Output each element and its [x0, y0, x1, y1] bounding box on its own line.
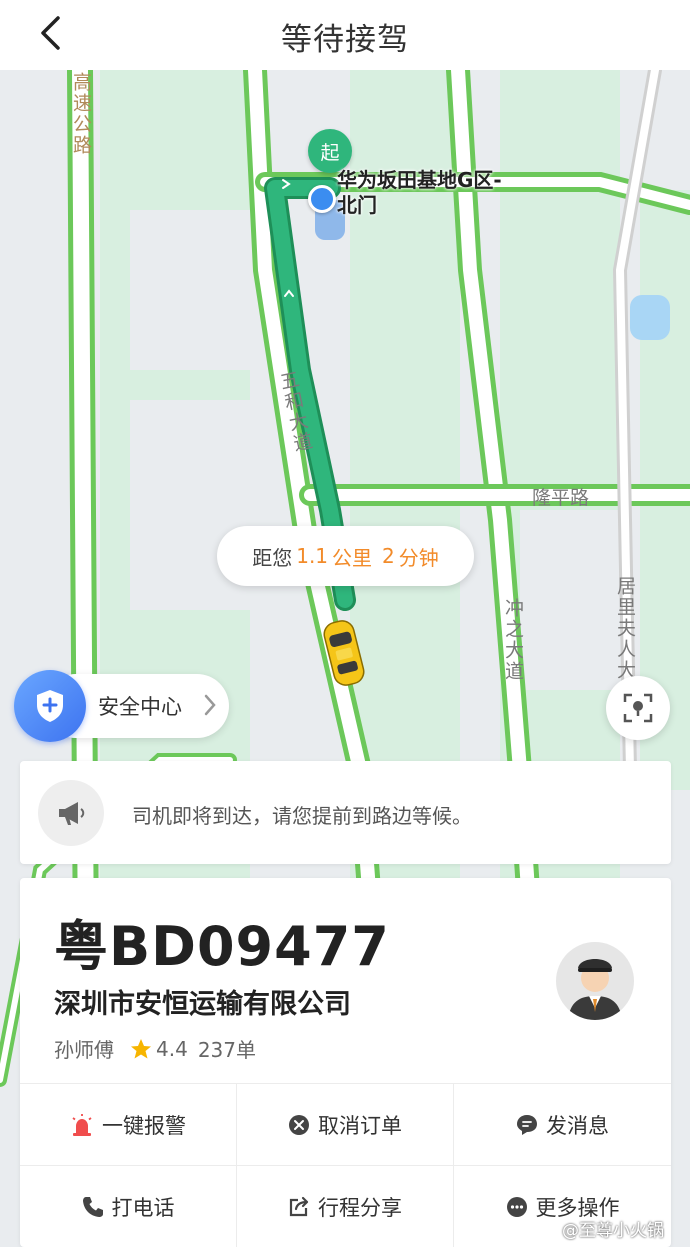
alarm-icon	[72, 1113, 92, 1136]
driver-rating: 4.4	[156, 1036, 188, 1061]
send-message-label: 发消息	[546, 1113, 609, 1138]
message-icon	[517, 1114, 537, 1135]
pickup-start-marker: 起	[308, 129, 352, 173]
notice-text: 司机即将到达，请您提前到路边等候。	[132, 804, 472, 828]
emergency-alarm-label: 一键报警	[102, 1113, 186, 1138]
chevron-right-icon	[204, 694, 216, 716]
driver-avatar[interactable]	[556, 942, 634, 1020]
notice-icon-wrap	[38, 780, 104, 846]
share-icon	[289, 1196, 309, 1217]
megaphone-icon	[59, 802, 85, 825]
page-title: 等待接驾	[281, 22, 409, 58]
safety-center-label: 安全中心	[98, 695, 182, 719]
eta-bubble: 距您 1.1 公里 2 分钟	[217, 526, 474, 586]
license-plate: 粤BD09477	[54, 915, 390, 978]
driver-avatar-icon	[568, 959, 622, 1020]
shield-icon	[37, 690, 63, 722]
share-trip-label: 行程分享	[318, 1196, 402, 1220]
driver-info: 孙师傅 4.4 237单	[54, 1034, 256, 1063]
my-location-dot	[308, 185, 336, 213]
top-bar: 等待接驾	[0, 0, 690, 70]
locate-icon	[623, 693, 653, 723]
taxi-company: 深圳市安恒运输有限公司	[54, 989, 351, 1020]
safety-center-button[interactable]: 安全中心	[14, 670, 229, 742]
cancel-order-label: 取消订单	[318, 1113, 402, 1138]
star-icon	[131, 1038, 151, 1058]
eta-prefix: 距您	[252, 545, 293, 570]
cancel-order-button[interactable]: 取消订单	[237, 1084, 454, 1166]
road-label-juli: 居里夫人大	[614, 576, 636, 681]
call-driver-label: 打电话	[111, 1196, 175, 1220]
cancel-icon	[289, 1114, 309, 1135]
safety-shield-badge	[14, 670, 86, 742]
eta-minutes: 2	[382, 544, 395, 568]
eta-minutes-unit: 分钟	[398, 545, 439, 570]
road-label-highway: 高速公路	[70, 72, 92, 156]
notice-card: 司机即将到达，请您提前到路边等候。	[20, 761, 671, 864]
eta-distance-unit: 公里	[332, 545, 373, 570]
eta-distance: 1.1	[296, 544, 329, 568]
recenter-button[interactable]	[606, 676, 670, 740]
pickup-location-label: 华为坂田基地G区-北门	[337, 168, 502, 217]
taxi-car-icon	[323, 620, 365, 686]
watermark: @至尊小火锅	[562, 1221, 664, 1241]
phone-icon	[82, 1197, 103, 1217]
share-trip-button[interactable]: 行程分享	[237, 1166, 454, 1247]
send-message-button[interactable]: 发消息	[454, 1084, 671, 1166]
more-icon	[506, 1197, 527, 1217]
driver-name: 孙师傅	[54, 1038, 114, 1062]
road-label-longping: 隆平路	[532, 487, 590, 509]
road-label-chongzhi: 冲之大道	[502, 598, 524, 682]
emergency-alarm-button[interactable]: 一键报警	[20, 1084, 237, 1166]
driver-orders: 237单	[197, 1038, 256, 1062]
call-driver-button[interactable]: 打电话	[20, 1166, 237, 1247]
driver-card: 粤BD09477 深圳市安恒运输有限公司 孙师傅 4.4 237单 一键报警 取…	[20, 878, 671, 1247]
